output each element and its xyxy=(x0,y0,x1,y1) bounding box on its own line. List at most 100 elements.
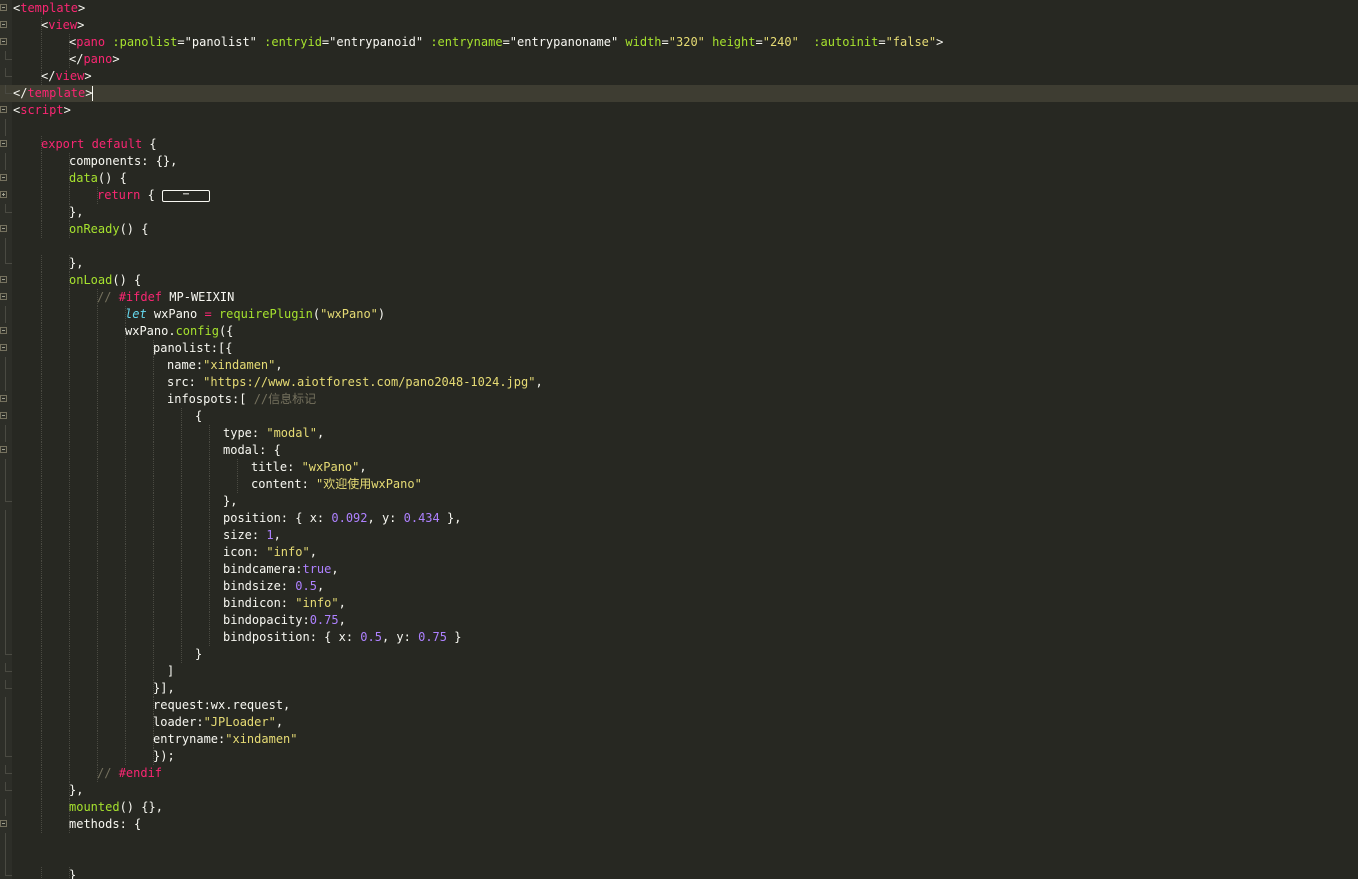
code-line[interactable]: </pano> xyxy=(0,51,1358,68)
code-line[interactable]: bindcamera:true, xyxy=(0,561,1358,578)
fold-expand-icon[interactable] xyxy=(0,191,7,198)
code-editor[interactable]: <template> <view> <pano :panolist="panolis… xyxy=(0,0,1358,879)
fold-collapse-icon[interactable] xyxy=(0,38,7,45)
code-token: }], xyxy=(153,681,175,695)
fold-collapse-icon[interactable] xyxy=(0,293,7,300)
code-line[interactable]: { xyxy=(0,408,1358,425)
code-text: type: "modal", xyxy=(223,425,324,442)
code-line[interactable]: components: {}, xyxy=(0,153,1358,170)
indent-guide xyxy=(69,680,70,697)
indent-guide xyxy=(41,629,42,646)
code-line[interactable]: } xyxy=(0,867,1358,879)
indent-guide xyxy=(181,595,182,612)
code-line[interactable]: return { ⋯ xyxy=(0,187,1358,204)
code-line[interactable]: bindopacity:0.75, xyxy=(0,612,1358,629)
code-line[interactable]: position: { x: 0.092, y: 0.434 }, xyxy=(0,510,1358,527)
code-line[interactable]: }, xyxy=(0,493,1358,510)
code-line[interactable]: </view> xyxy=(0,68,1358,85)
fold-collapse-icon[interactable] xyxy=(0,174,7,181)
code-text: ] xyxy=(167,663,174,680)
indent-guide xyxy=(69,357,70,374)
code-token: () { xyxy=(97,171,127,185)
code-token: </ xyxy=(13,86,28,100)
code-line[interactable]: infospots:[ //信息标记 xyxy=(0,391,1358,408)
indent-guide xyxy=(69,391,70,408)
fold-collapse-icon[interactable] xyxy=(0,140,7,147)
indent-guide xyxy=(153,442,154,459)
code-line[interactable]: }, xyxy=(0,782,1358,799)
code-token: > xyxy=(84,69,92,83)
code-line[interactable] xyxy=(0,119,1358,136)
code-line[interactable]: ] xyxy=(0,663,1358,680)
code-line[interactable]: src: "https://www.aiotforest.com/pano204… xyxy=(0,374,1358,391)
code-line[interactable]: let wxPano = requirePlugin("wxPano") xyxy=(0,306,1358,323)
code-line[interactable]: request:wx.request, xyxy=(0,697,1358,714)
code-token: = xyxy=(878,35,886,49)
fold-collapse-icon[interactable] xyxy=(0,412,7,419)
code-line[interactable]: mounted() {}, xyxy=(0,799,1358,816)
fold-collapse-icon[interactable] xyxy=(0,344,7,351)
indent-guide xyxy=(41,408,42,425)
code-line[interactable]: type: "modal", xyxy=(0,425,1358,442)
code-line[interactable]: name:"xindamen", xyxy=(0,357,1358,374)
code-token: = xyxy=(177,35,185,49)
fold-collapse-icon[interactable] xyxy=(0,395,7,402)
indent-guide xyxy=(181,408,182,425)
code-line[interactable]: <script> xyxy=(0,102,1358,119)
code-line[interactable]: }, xyxy=(0,255,1358,272)
code-line[interactable]: title: "wxPano", xyxy=(0,459,1358,476)
code-text: bindposition: { x: 0.5, y: 0.75 } xyxy=(223,629,461,646)
code-line[interactable] xyxy=(0,238,1358,255)
indent-guide xyxy=(181,493,182,510)
code-line[interactable]: methods: { xyxy=(0,816,1358,833)
code-line[interactable]: // #endif xyxy=(0,765,1358,782)
fold-collapse-icon[interactable] xyxy=(0,276,7,283)
code-line[interactable]: content: "欢迎使用wxPano" xyxy=(0,476,1358,493)
indent-guide xyxy=(181,442,182,459)
code-line[interactable] xyxy=(0,833,1358,850)
indent-guide xyxy=(97,425,98,442)
code-line[interactable]: }, xyxy=(0,204,1358,221)
fold-collapse-icon[interactable] xyxy=(0,21,7,28)
fold-collapse-icon[interactable] xyxy=(0,820,7,827)
code-token: > xyxy=(85,86,93,100)
fold-collapse-icon[interactable] xyxy=(0,4,7,11)
code-line[interactable]: modal: { xyxy=(0,442,1358,459)
collapsed-region-badge[interactable]: ⋯ xyxy=(162,189,211,202)
code-line[interactable]: entryname:"xindamen" xyxy=(0,731,1358,748)
code-line[interactable]: bindicon: "info", xyxy=(0,595,1358,612)
indent-guide xyxy=(153,663,154,680)
code-line[interactable]: }); xyxy=(0,748,1358,765)
code-line[interactable]: onLoad() { xyxy=(0,272,1358,289)
indent-guide xyxy=(153,527,154,544)
code-line[interactable]: bindposition: { x: 0.5, y: 0.75 } xyxy=(0,629,1358,646)
code-line[interactable]: }], xyxy=(0,680,1358,697)
code-line[interactable]: <pano :panolist="panolist" :entryid="ent… xyxy=(0,34,1358,51)
code-line[interactable]: // #ifdef MP-WEIXIN xyxy=(0,289,1358,306)
code-line[interactable]: wxPano.config({ xyxy=(0,323,1358,340)
indent-guide xyxy=(41,561,42,578)
code-line[interactable]: <template> xyxy=(0,0,1358,17)
code-line[interactable]: export default { xyxy=(0,136,1358,153)
code-line[interactable]: } xyxy=(0,646,1358,663)
code-line[interactable]: size: 1, xyxy=(0,527,1358,544)
indent-guide xyxy=(41,680,42,697)
code-token: 0.092 xyxy=(331,511,368,525)
code-line[interactable]: loader:"JPLoader", xyxy=(0,714,1358,731)
code-line[interactable] xyxy=(0,850,1358,867)
code-line[interactable]: panolist:[{ xyxy=(0,340,1358,357)
fold-collapse-icon[interactable] xyxy=(0,106,7,113)
fold-end-marker xyxy=(5,663,12,672)
code-line[interactable]: bindsize: 0.5, xyxy=(0,578,1358,595)
fold-collapse-icon[interactable] xyxy=(0,225,7,232)
code-line[interactable]: <view> xyxy=(0,17,1358,34)
code-token: infospots:[ xyxy=(167,392,254,406)
code-line[interactable]: </template> xyxy=(0,85,1358,102)
code-line[interactable]: onReady() { xyxy=(0,221,1358,238)
code-token: > xyxy=(78,1,86,15)
code-line[interactable]: data() { xyxy=(0,170,1358,187)
code-line[interactable]: icon: "info", xyxy=(0,544,1358,561)
fold-collapse-icon[interactable] xyxy=(0,446,7,453)
fold-collapse-icon[interactable] xyxy=(0,327,7,334)
code-token: { xyxy=(140,188,163,202)
